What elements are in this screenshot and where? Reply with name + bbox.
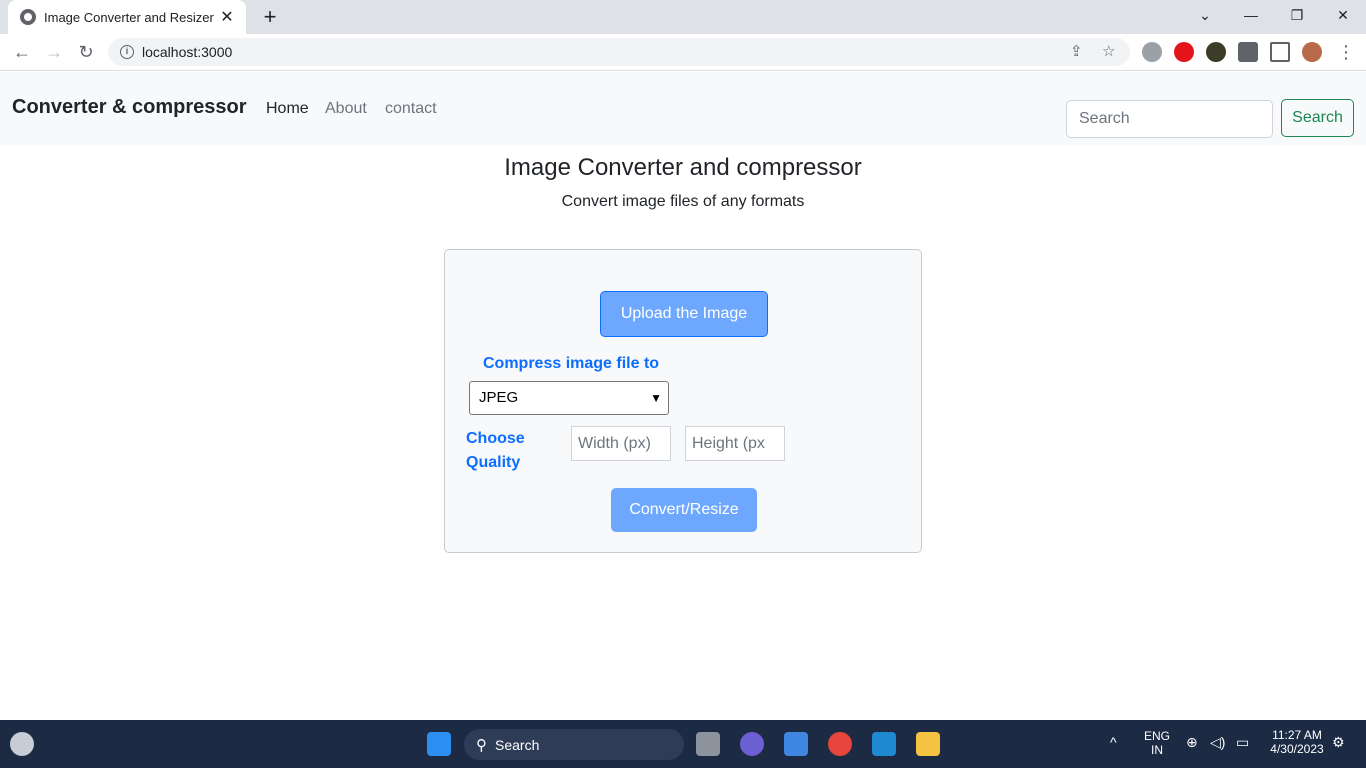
task-view-icon[interactable] [696,732,720,756]
volume-icon[interactable]: ◁) [1210,734,1225,751]
site-search-input[interactable] [1066,100,1273,138]
convert-resize-button[interactable]: Convert/Resize [611,488,757,532]
language-code: ENG [1143,729,1170,743]
language-indicator[interactable]: ENG IN [1140,729,1174,757]
forward-icon[interactable]: → [40,38,68,66]
search-icon: ⚲ [476,736,487,754]
weather-icon[interactable] [10,732,34,756]
teams-chat-icon[interactable] [740,732,764,756]
extension-icon[interactable] [1206,42,1226,62]
taskbar-search-label: Search [495,736,540,753]
minimize-button[interactable]: — [1228,0,1274,30]
back-icon[interactable]: ← [8,38,36,66]
url-text: localhost:3000 [142,44,233,60]
page-subtitle: Convert image files of any formats [561,193,805,210]
show-hidden-icons-icon[interactable]: ^ [1110,734,1117,750]
chrome-icon[interactable] [828,732,852,756]
menu-kebab-icon[interactable]: ⋮ [1332,38,1360,66]
nav-link-about[interactable]: About [325,100,367,118]
tab-title: Image Converter and Resizer [44,9,214,25]
width-input[interactable] [571,426,671,461]
new-tab-button[interactable]: + [256,4,284,30]
restore-button[interactable]: ❐ [1274,0,1320,30]
nav-link-home[interactable]: Home [266,100,309,118]
windows-taskbar: ⚲ Search ^ ENG IN ⊕ ◁) ▭ 11:27 AM 4/30/2… [0,720,1366,768]
format-select-value: JPEG [479,389,519,406]
clock-time: 11:27 AM [1272,728,1322,742]
address-bar[interactable]: i localhost:3000 ⇪ ☆ [108,38,1130,66]
quality-label: Choose Quality [466,430,525,471]
vscode-icon[interactable] [872,732,896,756]
file-explorer-icon[interactable] [916,732,940,756]
reload-icon[interactable]: ↻ [72,38,100,66]
page-title: Image Converter and compressor [504,154,862,181]
bug-extension-icon[interactable] [1142,42,1162,62]
compress-format-label: Compress image file to [483,355,660,372]
clock[interactable]: 11:27 AM 4/30/2023 [1262,728,1332,756]
site-info-icon[interactable]: i [120,45,134,59]
tab-search-icon[interactable]: ⌄ [1182,0,1228,30]
side-panel-icon[interactable] [1270,42,1290,62]
profile-avatar[interactable] [1302,42,1322,62]
site-navbar: Converter & compressor Home About contac… [0,72,1366,145]
share-icon[interactable]: ⇪ [1070,38,1083,66]
upload-image-button[interactable]: Upload the Image [600,291,768,337]
format-select[interactable]: JPEG ▼ [469,381,669,415]
clock-date: 4/30/2023 [1270,742,1324,756]
chevron-down-icon: ▼ [650,391,662,405]
nav-link-contact[interactable]: contact [385,100,437,118]
browser-tab-strip: Image Converter and Resizer ✕ + ⌄ — ❐ ✕ [0,0,1366,34]
bookmark-star-icon[interactable]: ☆ [1102,38,1115,66]
site-search-button[interactable]: Search [1281,99,1354,137]
adblock-extension-icon[interactable] [1174,42,1194,62]
windows-start-icon[interactable] [427,732,451,756]
region-code: IN [1151,743,1163,757]
notepad-icon[interactable] [784,732,808,756]
brand-logo[interactable]: Converter & compressor [12,96,247,119]
browser-tab[interactable]: Image Converter and Resizer ✕ [8,0,246,34]
network-icon[interactable]: ⊕ [1186,734,1198,751]
puzzle-extensions-icon[interactable] [1238,42,1258,62]
battery-icon[interactable]: ▭ [1236,734,1249,751]
taskbar-search[interactable]: ⚲ Search [464,729,684,760]
globe-icon [20,9,36,25]
browser-toolbar: ← → ↻ i localhost:3000 ⇪ ☆ ⋮ [0,34,1366,71]
height-input[interactable] [685,426,785,461]
converter-card: Upload the Image Compress image file to … [444,249,922,553]
tab-close-icon[interactable]: ✕ [218,7,236,27]
notifications-icon[interactable]: ⚙ [1332,734,1345,751]
close-window-button[interactable]: ✕ [1320,0,1366,30]
